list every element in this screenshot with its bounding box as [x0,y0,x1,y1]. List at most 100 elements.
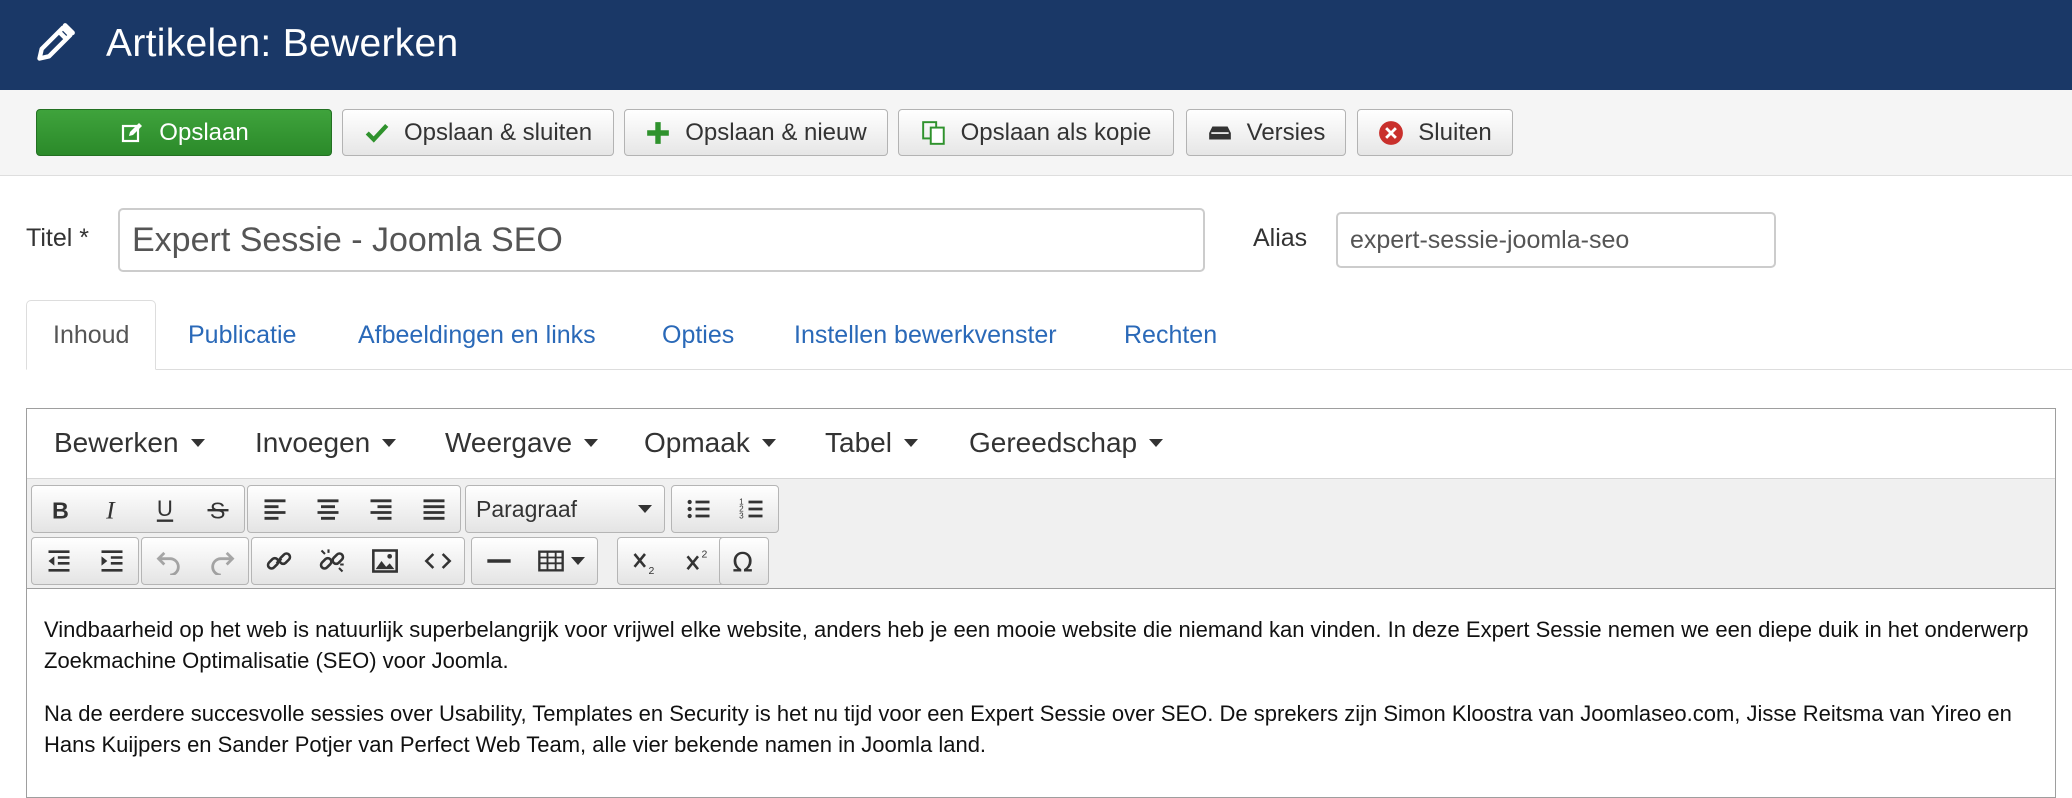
menu-label: Tabel [825,427,892,458]
content-paragraph: Vindbaarheid op het web is natuurlijk su… [44,617,2029,673]
alias-label: Alias [1253,224,1308,252]
align-right-button[interactable] [354,486,407,532]
redo-button[interactable] [195,538,248,584]
undo-button[interactable] [142,538,195,584]
caret-down-icon [571,557,585,565]
remove-link-button[interactable] [305,538,358,584]
svg-text:3: 3 [739,511,744,520]
outdent-icon [48,550,69,572]
edit-icon [119,120,145,146]
align-center-button[interactable] [301,486,354,532]
link-icon [266,552,291,570]
bold-button[interactable]: B [32,486,85,532]
redo-icon [210,551,234,575]
alias-input[interactable]: expert-sessie-joomla-seo [1336,212,1776,268]
save-copy-button[interactable]: Opslaan als kopie [898,109,1174,156]
menu-label: Opmaak [644,427,750,458]
close-circle-icon [1378,120,1404,146]
special-character-button[interactable]: Ω [720,538,768,584]
tab-inhoud[interactable]: Inhoud [26,300,157,370]
caret-down-icon [761,439,776,447]
italic-button[interactable]: I [85,486,138,532]
title-label: Titel * [26,224,89,252]
paragraph-format-select[interactable]: Paragraaf [466,486,664,532]
superscript-button[interactable]: 2 [671,538,724,584]
content-paragraph: Na de eerdere succesvolle sessies over U… [44,701,2012,757]
menu-gereedschap[interactable]: Gereedschap [969,427,1164,459]
table-group [471,537,598,585]
bullet-list-icon [687,499,709,519]
align-left-button[interactable] [248,486,301,532]
tab-instellen-bewerkvenster[interactable]: Instellen bewerkvenster [768,300,1083,370]
bold-icon: B [52,497,69,523]
menu-tabel[interactable]: Tabel [825,427,918,459]
format-group: B I U S [31,485,245,533]
rich-text-editor: Bewerken Invoegen Weergave Opmaak Tabel … [26,408,2056,798]
indent-icon [101,550,122,572]
horizontal-rule-icon [486,559,511,563]
page-header: Artikelen: Bewerken [0,0,2072,90]
outdent-button[interactable] [32,538,85,584]
save-close-label: Opslaan & sluiten [403,118,593,146]
insert-group [251,537,465,585]
list-group: 123 [671,485,779,533]
table-button[interactable] [525,538,597,584]
insert-image-button[interactable] [358,538,411,584]
tab-opties[interactable]: Opties [636,300,760,370]
tab-afbeeldingen[interactable]: Afbeeldingen en links [332,300,622,370]
close-button[interactable]: Sluiten [1357,109,1513,156]
check-icon [364,120,390,146]
align-justify-icon [423,499,444,520]
caret-down-icon [190,439,205,447]
archive-icon [1207,120,1233,146]
horizontal-rule-button[interactable] [472,538,525,584]
caret-down-icon [584,439,599,447]
history-group [141,537,249,585]
strikethrough-button[interactable]: S [191,486,244,532]
svg-text:2: 2 [701,549,707,561]
title-input[interactable]: Expert Sessie - Joomla SEO [118,208,1205,272]
tab-rechten[interactable]: Rechten [1098,300,1243,370]
menu-weergave[interactable]: Weergave [445,427,599,459]
strikethrough-icon: S [207,497,228,523]
menu-label: Weergave [445,427,573,458]
svg-text:B: B [52,497,69,523]
menu-bewerken[interactable]: Bewerken [54,427,205,459]
save-button[interactable]: Opslaan [36,109,332,156]
caret-down-icon [903,439,918,447]
menu-opmaak[interactable]: Opmaak [644,427,776,459]
subscript-icon: 2 [633,553,654,575]
code-icon [424,553,451,569]
editor-toolbar: B I U S Paragraaf 123 2 2 Ω [27,479,2055,589]
menu-label: Bewerken [54,427,179,458]
script-group: 2 2 [617,537,725,585]
bullet-list-button[interactable] [672,486,725,532]
plus-icon [645,120,671,146]
numbered-list-button[interactable]: 123 [725,486,778,532]
menu-label: Invoegen [255,427,371,458]
paragraph-format-value: Paragraaf [476,495,578,522]
insert-link-button[interactable] [252,538,305,584]
save-new-button[interactable]: Opslaan & nieuw [624,109,888,156]
source-code-button[interactable] [411,538,464,584]
save-close-button[interactable]: Opslaan & sluiten [342,109,614,156]
align-center-icon [317,499,338,520]
unlink-icon [319,549,344,573]
menu-invoegen[interactable]: Invoegen [255,427,397,459]
omega-icon: Ω [732,548,753,576]
indent-button[interactable] [85,538,138,584]
subscript-button[interactable]: 2 [618,538,671,584]
superscript-icon: 2 [686,549,707,570]
indent-group [31,537,139,585]
underline-button[interactable]: U [138,486,191,532]
page-title: Artikelen: Bewerken [106,22,459,65]
svg-text:U: U [156,496,172,521]
table-icon [538,550,564,572]
align-left-icon [264,499,285,520]
editor-menubar: Bewerken Invoegen Weergave Opmaak Tabel … [27,409,2055,479]
tab-publicatie[interactable]: Publicatie [162,300,322,370]
copy-icon [921,120,947,146]
align-justify-button[interactable] [407,486,460,532]
versions-button[interactable]: Versies [1186,109,1346,156]
editor-content[interactable]: Vindbaarheid op het web is natuurlijk su… [44,614,2039,782]
